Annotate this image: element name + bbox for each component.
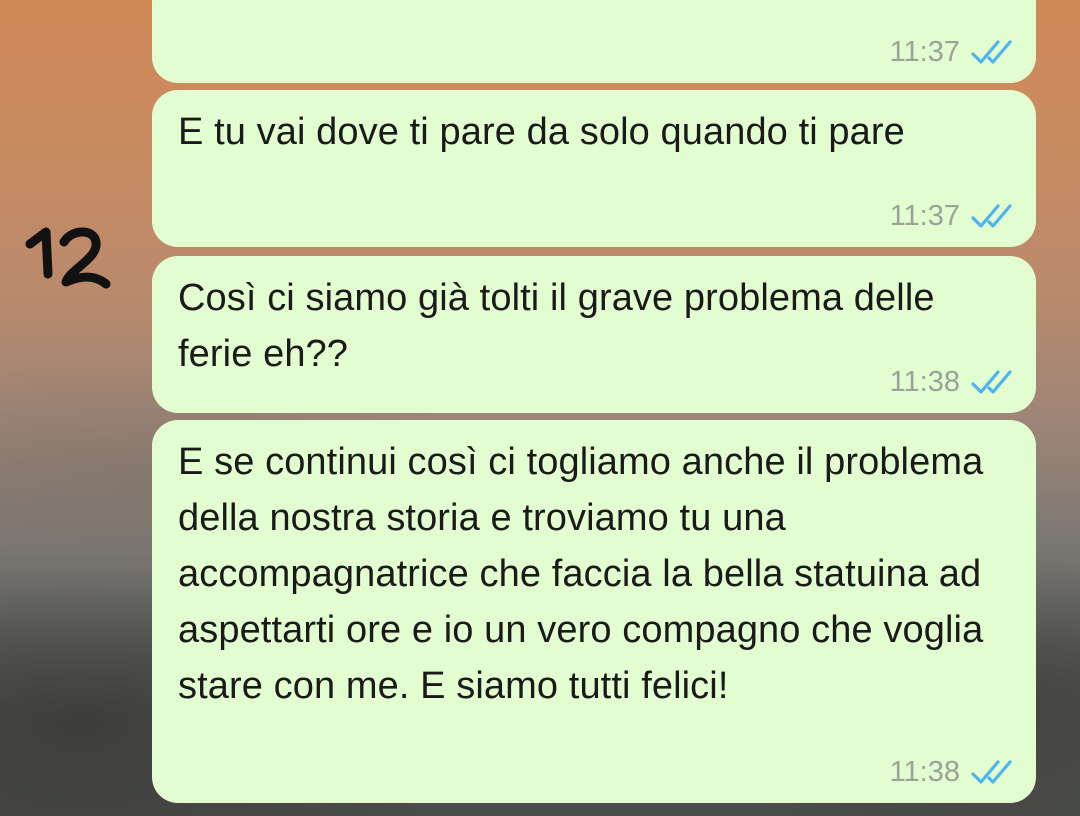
message-bubble-outgoing[interactable]: 11:37 <box>152 0 1036 83</box>
message-timestamp: 11:38 <box>889 756 960 788</box>
message-text: Così ci siamo già tolti il grave problem… <box>178 277 935 375</box>
message-meta: 11:38 <box>890 755 1014 789</box>
double-check-read-icon <box>971 760 1012 784</box>
message-meta: 11:37 <box>890 199 1014 233</box>
message-bubble-outgoing[interactable]: E se continui così ci togliamo anche il … <box>152 420 1036 803</box>
message-text: E tu vai dove ti pare da solo quando ti … <box>178 111 905 153</box>
message-timestamp: 11:37 <box>889 36 960 68</box>
double-check-read-icon <box>971 370 1012 394</box>
message-timestamp: 11:37 <box>889 200 960 232</box>
message-text: E se continui così ci togliamo anche il … <box>178 441 984 707</box>
message-timestamp: 11:38 <box>889 366 960 398</box>
message-meta: 11:37 <box>890 35 1014 69</box>
message-bubble-outgoing[interactable]: Così ci siamo già tolti il grave problem… <box>152 256 1036 413</box>
double-check-read-icon <box>971 40 1012 64</box>
message-bubble-outgoing[interactable]: E tu vai dove ti pare da solo quando ti … <box>152 90 1036 247</box>
double-check-read-icon <box>971 204 1012 228</box>
handwritten-number-annotation <box>24 226 116 298</box>
message-meta: 11:38 <box>890 365 1014 399</box>
